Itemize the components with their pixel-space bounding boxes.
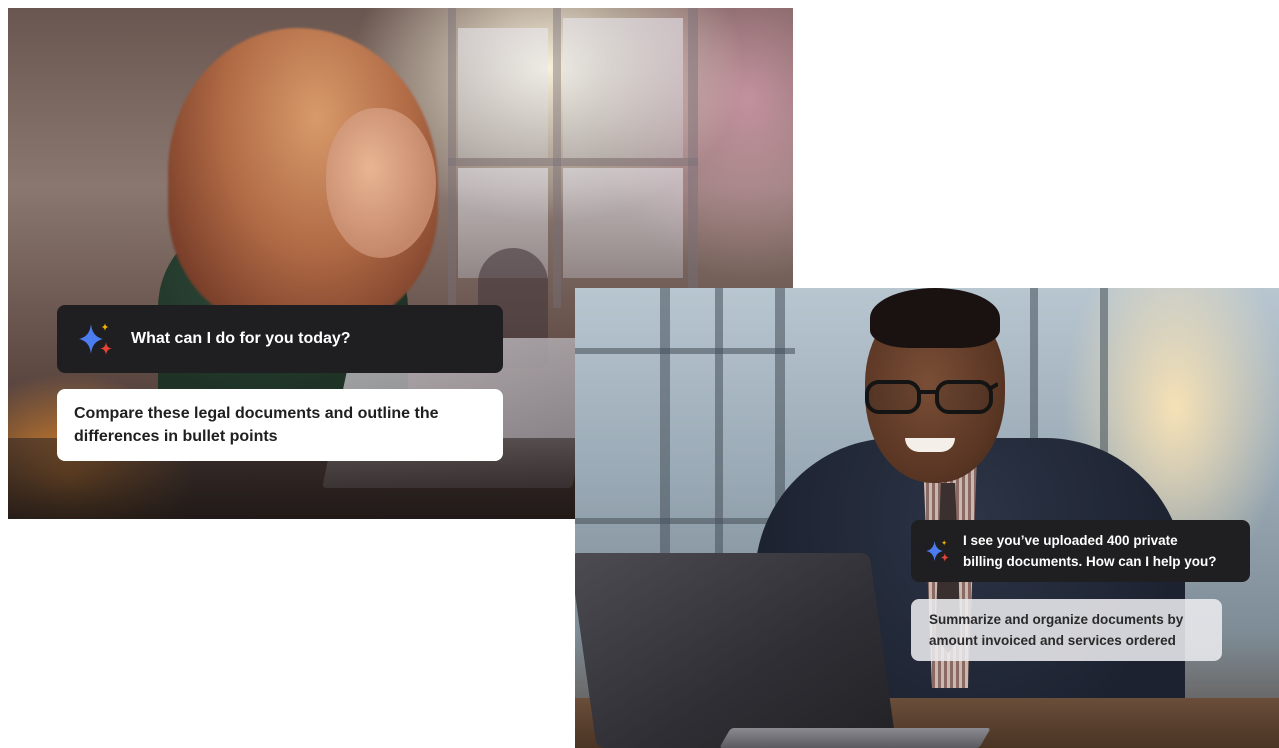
window-pane <box>563 18 683 158</box>
window-pane <box>563 168 683 278</box>
user-message-text: Compare these legal documents and outlin… <box>74 405 439 445</box>
window-frame <box>575 348 795 354</box>
ai-prompt-text: What can I do for you today? <box>131 330 351 347</box>
window-frame <box>575 518 795 524</box>
user-message-bubble: Summarize and organize documents by amou… <box>911 599 1222 661</box>
sparkle-icon <box>926 540 949 562</box>
ai-prompt-text: I see you’ve uploaded 400 private billin… <box>963 533 1217 569</box>
user-message-text: Summarize and organize documents by amou… <box>929 612 1184 648</box>
laptop <box>575 553 897 748</box>
sparkle-icon <box>79 323 112 355</box>
laptop-base <box>719 728 991 748</box>
ai-prompt-bubble: What can I do for you today? <box>57 305 503 373</box>
window-pane <box>458 28 548 158</box>
man-hair <box>870 288 1000 348</box>
user-message-bubble: Compare these legal documents and outlin… <box>57 389 503 461</box>
smile <box>905 438 955 452</box>
ai-prompt-bubble: I see you’ve uploaded 400 private billin… <box>911 520 1250 582</box>
woman-face <box>326 108 436 258</box>
glasses <box>865 380 998 414</box>
window-frame <box>448 158 698 166</box>
photo-man-working <box>575 288 1279 748</box>
